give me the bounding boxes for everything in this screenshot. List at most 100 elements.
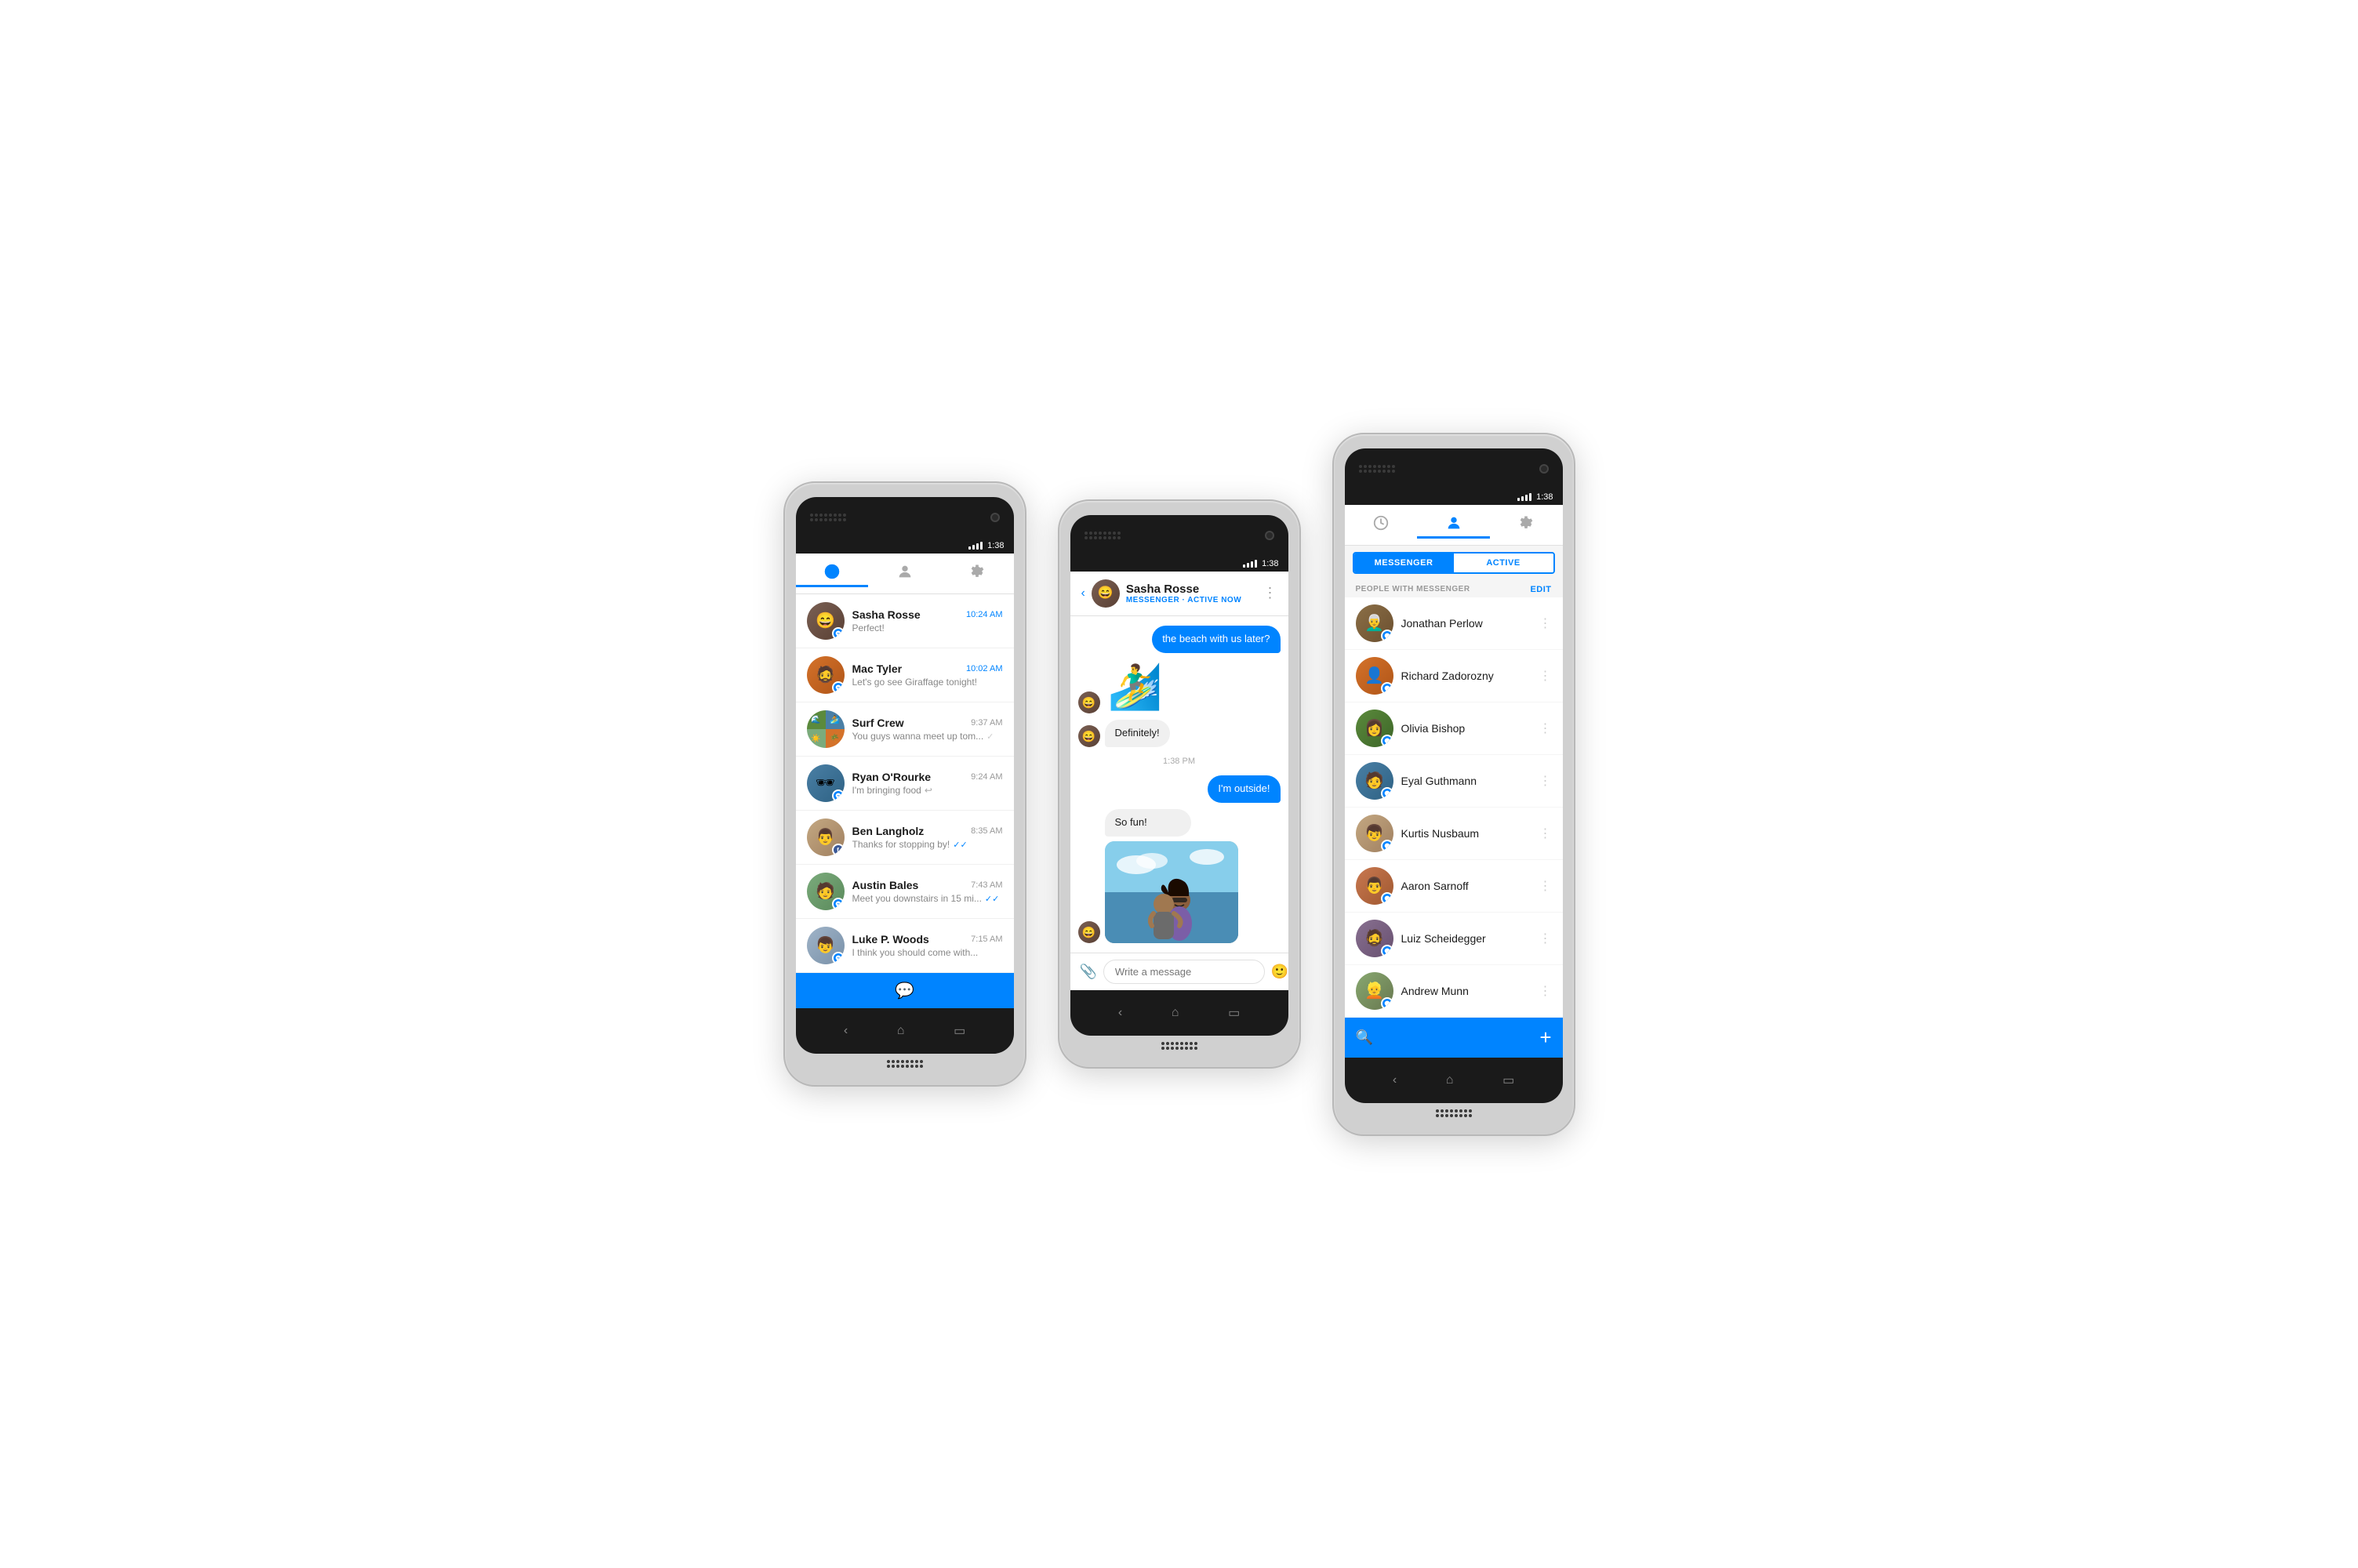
add-person-button[interactable]: + <box>1539 1025 1551 1050</box>
back-button[interactable]: ‹ <box>1118 1006 1122 1020</box>
people-list-item[interactable]: 👦 Kurtis Nusbaum ⋮ <box>1345 808 1563 860</box>
avatar: 👦 <box>807 927 845 964</box>
people-list-item[interactable]: 👩 Olivia Bishop ⋮ <box>1345 702 1563 755</box>
home-button[interactable]: ⌂ <box>897 1024 905 1038</box>
avatar: 🧔 <box>807 656 845 694</box>
message-preview: Perfect! <box>852 622 1003 633</box>
people-header <box>1345 505 1563 546</box>
more-options[interactable]: ⋮ <box>1539 878 1552 894</box>
tab-settings-p3[interactable] <box>1490 514 1563 539</box>
recent-button[interactable]: ▭ <box>1502 1073 1514 1088</box>
list-item[interactable]: 🌊 🏄 ☀️ 🌴 Surf Crew 9:37 AM You guys wann… <box>796 702 1014 757</box>
section-header: PEOPLE WITH MESSENGER EDIT <box>1345 580 1563 597</box>
bottom-speaker-2 <box>1070 1036 1288 1053</box>
message-bubble: Definitely! <box>1105 720 1170 747</box>
more-options[interactable]: ⋮ <box>1539 720 1552 736</box>
phone-1-nav: ‹ ⌂ ▭ <box>796 1008 1014 1054</box>
people-list-item[interactable]: 🧔 Luiz Scheidegger ⋮ <box>1345 913 1563 965</box>
back-button[interactable]: ‹ <box>1081 586 1085 601</box>
home-button[interactable]: ⌂ <box>1172 1006 1179 1020</box>
people-list-item[interactable]: 👨 Aaron Sarnoff ⋮ <box>1345 860 1563 913</box>
chat-input-bar: 📎 🙂 👍 <box>1070 953 1288 990</box>
home-button[interactable]: ⌂ <box>1446 1073 1454 1087</box>
more-options[interactable]: ⋮ <box>1539 773 1552 789</box>
list-item[interactable]: 👦 Luke P. Woods 7:15 AM I think you shou… <box>796 919 1014 973</box>
sticker: 🏄‍♂️ <box>1105 659 1166 714</box>
sender-avatar: 😄 <box>1078 725 1100 747</box>
messenger-badge <box>1381 840 1393 852</box>
phone-3-screen: 1:38 MESSENGER ACTIVE PEOPLE WITH <box>1345 489 1563 1058</box>
phone-3-top <box>1345 448 1563 489</box>
tab-recent-p3[interactable] <box>1345 514 1418 539</box>
more-options-button[interactable]: ⋮ <box>1263 585 1277 601</box>
message-content: Luke P. Woods 7:15 AM I think you should… <box>852 933 1003 958</box>
back-button[interactable]: ‹ <box>844 1024 848 1038</box>
list-item[interactable]: 🧔 Mac Tyler 10:02 AM Let's go see Giraff… <box>796 648 1014 702</box>
more-options[interactable]: ⋮ <box>1539 615 1552 631</box>
list-item[interactable]: 🕶 Ryan O'Rourke 9:24 AM I'm bringing foo… <box>796 757 1014 811</box>
message-content: Austin Bales 7:43 AM Meet you downstairs… <box>852 879 1003 904</box>
message-input[interactable] <box>1103 960 1265 984</box>
recent-button[interactable]: ▭ <box>954 1023 965 1039</box>
people-list-item[interactable]: 👨‍🦳 Jonathan Perlow ⋮ <box>1345 597 1563 650</box>
more-options[interactable]: ⋮ <box>1539 668 1552 684</box>
tab-settings[interactable] <box>941 563 1014 587</box>
back-button[interactable]: ‹ <box>1393 1073 1397 1087</box>
phone-2: 1:38 ‹ 😄 Sasha Rosse MESSENGER · ACTIVE … <box>1058 499 1301 1069</box>
attach-button[interactable]: 📎 <box>1080 964 1097 980</box>
tab-people-p3[interactable] <box>1417 514 1490 539</box>
chat-contact-name: Sasha Rosse <box>1126 583 1257 596</box>
more-options[interactable]: ⋮ <box>1539 983 1552 999</box>
active-toggle-btn[interactable]: ACTIVE <box>1454 554 1553 572</box>
list-item[interactable]: 🧑 Austin Bales 7:43 AM Meet you downstai… <box>796 865 1014 919</box>
message-time: 10:24 AM <box>966 610 1002 619</box>
contact-name: Luke P. Woods <box>852 933 929 946</box>
messenger-badge <box>1381 892 1393 905</box>
people-list-item[interactable]: 🧑 Eyal Guthmann ⋮ <box>1345 755 1563 808</box>
people-list-item[interactable]: 👤 Richard Zadorozny ⋮ <box>1345 650 1563 702</box>
signal-icon <box>968 542 983 550</box>
speaker-left-3 <box>1359 465 1395 473</box>
contact-name: Ben Langholz <box>852 825 925 837</box>
more-options[interactable]: ⋮ <box>1539 826 1552 841</box>
recent-button[interactable]: ▭ <box>1228 1005 1240 1021</box>
message-bubble: I'm outside! <box>1208 775 1280 803</box>
messenger-toggle-btn[interactable]: MESSENGER <box>1354 554 1454 572</box>
sender-avatar: 😄 <box>1078 921 1100 943</box>
phone-2-top <box>1070 515 1288 556</box>
people-list-item[interactable]: 👱 Andrew Munn ⋮ <box>1345 965 1563 1018</box>
message-row: 😄 Definitely! <box>1078 720 1281 747</box>
people-list: 👨‍🦳 Jonathan Perlow ⋮ 👤 Richard Zadorozn… <box>1345 597 1563 1018</box>
avatar: 🧔 <box>1356 920 1393 957</box>
messenger-badge <box>1381 735 1393 747</box>
messenger-badge <box>832 952 845 964</box>
search-button[interactable]: 🔍 <box>1356 1029 1373 1046</box>
list-item[interactable]: 👨 f Ben Langholz 8:35 AM Thanks for stop… <box>796 811 1014 865</box>
phone-2-nav: ‹ ⌂ ▭ <box>1070 990 1288 1036</box>
avatar: 👤 <box>1356 657 1393 695</box>
chat-header-info: Sasha Rosse MESSENGER · ACTIVE NOW <box>1126 583 1257 604</box>
messenger-badge <box>832 627 845 640</box>
edit-button[interactable]: EDIT <box>1530 585 1551 594</box>
front-camera <box>990 513 1000 522</box>
avatar: 👨 <box>1356 867 1393 905</box>
phone-1-screen: 1:38 😄 <box>796 538 1014 1008</box>
compose-icon[interactable]: 💬 <box>895 981 914 1000</box>
emoji-button[interactable]: 🙂 <box>1271 964 1288 980</box>
message-bubble: the beach with us later? <box>1152 626 1280 653</box>
bottom-speaker <box>796 1054 1014 1071</box>
person-name: Kurtis Nusbaum <box>1401 827 1531 840</box>
tab-people[interactable] <box>868 563 941 587</box>
nav-tabs <box>796 560 1014 593</box>
avatar: 🧑 <box>1356 762 1393 800</box>
contact-name: Austin Bales <box>852 879 919 891</box>
list-item[interactable]: 😄 Sasha Rosse 10:24 AM Perfect! <box>796 594 1014 648</box>
tab-recent[interactable] <box>796 563 869 587</box>
contact-name: Ryan O'Rourke <box>852 771 932 783</box>
person-name: Richard Zadorozny <box>1401 670 1531 682</box>
messenger-badge <box>1381 997 1393 1010</box>
chat-header: ‹ 😄 Sasha Rosse MESSENGER · ACTIVE NOW ⋮ <box>1070 572 1288 616</box>
message-time: 7:15 AM <box>971 935 1002 944</box>
bottom-toolbar: 💬 <box>796 973 1014 1008</box>
more-options[interactable]: ⋮ <box>1539 931 1552 946</box>
